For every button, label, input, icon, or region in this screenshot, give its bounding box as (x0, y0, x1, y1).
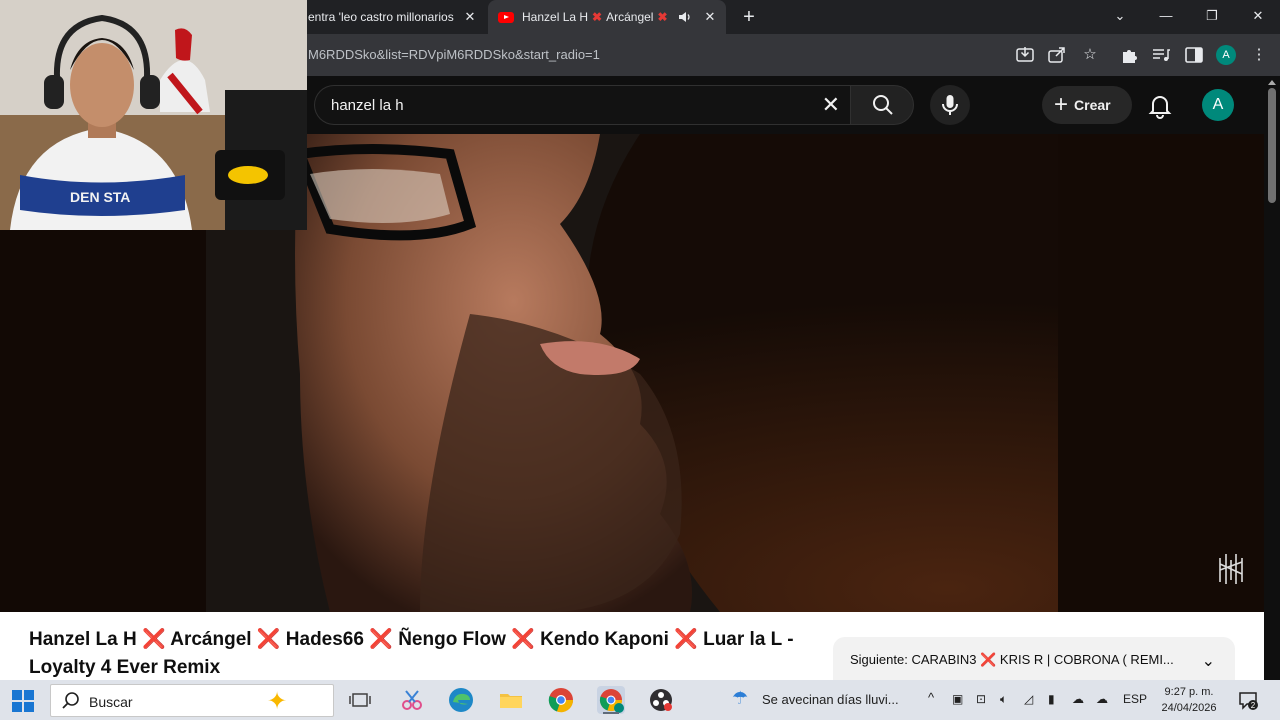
weather-text[interactable]: Se avecinan días lluvi... (762, 692, 899, 707)
volume-icon[interactable]: 🔈︎ (1000, 692, 1007, 707)
search-value: hanzel la h (331, 97, 404, 114)
svg-text:DEN STA: DEN STA (70, 189, 130, 205)
microphone-icon (942, 95, 958, 115)
youtube-account-avatar[interactable]: A (1202, 89, 1234, 121)
screen: entra 'leo castro millonarios ✕ Hanzel L… (0, 0, 1280, 720)
chrome-icon[interactable] (547, 686, 575, 714)
voice-search-button[interactable] (930, 85, 970, 125)
channel-watermark-icon[interactable] (1216, 552, 1246, 586)
chevron-down-icon[interactable]: ⌄ (1202, 651, 1215, 671)
cross-emoji-icon: ❌ (141, 629, 166, 650)
webcam-overlay: DEN STA (0, 0, 307, 230)
cross-emoji-icon: ❌ (369, 629, 393, 650)
up-next-panel[interactable]: Siguiente: CARABIN3 ❌ KRIS R | COBRONA (… (833, 637, 1235, 685)
tab-hanzel-la-h[interactable]: Hanzel La H ✖ Arcángel ✖ ✕ (488, 0, 726, 34)
search-icon (873, 95, 893, 115)
tray-chevron-up-icon[interactable]: ^ (928, 690, 934, 705)
windows-start-icon[interactable] (12, 690, 34, 712)
taskbar-search-placeholder: Buscar (89, 694, 133, 710)
webcam-person-image: DEN STA (0, 0, 307, 230)
up-next-label: Siguiente: CARABIN3 ❌ KRIS R | COBRONA (… (850, 652, 1174, 667)
tab-title: entra 'leo castro millonarios (308, 10, 454, 24)
language-indicator[interactable]: ESP (1123, 692, 1147, 706)
close-window-button[interactable]: ✕ (1244, 4, 1272, 28)
close-tab-icon[interactable]: ✕ (462, 9, 478, 25)
search-highlight-sparkle-icon[interactable]: ✦ (267, 687, 287, 716)
search-button[interactable] (850, 85, 914, 125)
file-explorer-icon[interactable] (497, 686, 525, 714)
weather-rain-icon[interactable]: ☂ (732, 688, 748, 709)
install-app-icon[interactable] (1014, 44, 1036, 66)
side-panel-icon[interactable] (1183, 44, 1205, 66)
restore-button[interactable]: ❐ (1198, 4, 1226, 28)
notification-count: 2 (1251, 701, 1256, 710)
cross-emoji-icon: ✖ (657, 10, 668, 24)
network-icon[interactable]: ◿ (1024, 692, 1033, 706)
browser-profile-avatar[interactable]: A (1216, 45, 1236, 65)
create-button[interactable]: + Crear (1042, 86, 1132, 124)
taskbar-search-input[interactable]: Buscar ✦ (50, 684, 334, 717)
tab-title: Hanzel La H ✖ Arcángel ✖ (522, 10, 668, 24)
search-input[interactable]: hanzel la h ✕ (314, 85, 850, 125)
chrome-profile-icon (599, 689, 624, 713)
scroll-up-arrow-icon[interactable] (1268, 80, 1276, 85)
taskbar-clock[interactable]: 9:27 p. m. 24/04/2026 (1150, 684, 1228, 716)
close-tab-icon[interactable]: ✕ (702, 9, 718, 25)
plus-icon: + (1054, 91, 1069, 118)
create-label: Crear (1074, 97, 1111, 113)
new-tab-button[interactable]: + (738, 6, 760, 28)
tab-leo-castro[interactable]: entra 'leo castro millonarios ✕ (300, 0, 486, 34)
battery-icon[interactable]: ▮ (1048, 692, 1055, 706)
speaker-icon[interactable] (678, 11, 692, 23)
chrome-active-app[interactable] (597, 686, 625, 714)
tab-search-chevron-icon[interactable]: ⌄ (1106, 4, 1134, 28)
snipping-tool-icon[interactable] (398, 686, 426, 714)
minimize-button[interactable]: — (1152, 4, 1180, 28)
chrome-menu-icon[interactable]: ⋮ (1248, 44, 1270, 66)
edge-browser-icon[interactable] (447, 686, 475, 714)
page-scrollbar[interactable] (1264, 76, 1280, 680)
active-indicator (603, 712, 619, 714)
notification-center-icon[interactable]: 2 (1238, 690, 1258, 710)
cross-emoji-icon: ✖ (592, 10, 603, 24)
clock-date: 24/04/2026 (1161, 702, 1217, 714)
notifications-bell-icon[interactable] (1146, 92, 1174, 120)
cross-emoji-icon: ❌ (256, 629, 281, 650)
cross-emoji-icon: ❌ (674, 629, 698, 650)
extensions-puzzle-icon[interactable] (1119, 44, 1141, 66)
offline-cloud-icon[interactable]: ☁ (1096, 692, 1108, 706)
url-text[interactable]: M6RDDSko&list=RDVpiM6RDDSko&start_radio=… (308, 47, 600, 62)
cross-emoji-icon: ❌ (980, 652, 997, 667)
cloud-sync-icon[interactable]: ☁ (1072, 692, 1084, 706)
clock-time: 9:27 p. m. (1164, 686, 1214, 698)
bookmark-star-icon[interactable]: ☆ (1079, 44, 1101, 66)
video-info-area: Hanzel La H ❌ Arcángel ❌ Hades66 ❌ Ñengo… (0, 612, 1264, 685)
clear-search-icon[interactable]: ✕ (822, 92, 840, 118)
share-icon[interactable] (1046, 44, 1068, 66)
obs-recording-icon[interactable] (647, 686, 675, 714)
tray-monitor-icon[interactable]: ⊡ (976, 692, 986, 706)
task-view-icon[interactable] (346, 686, 374, 714)
tray-app-icon[interactable]: ▣ (952, 692, 963, 706)
cross-emoji-icon: ❌ (511, 629, 535, 650)
search-icon (62, 692, 79, 709)
scrollbar-thumb[interactable] (1268, 88, 1276, 203)
youtube-favicon-icon (498, 11, 514, 23)
windows-taskbar: Buscar ✦ ☂ Se avecinan días lluvi... ^ ▣… (0, 680, 1280, 720)
video-title: Hanzel La H ❌ Arcángel ❌ Hades66 ❌ Ñengo… (29, 629, 794, 678)
media-queue-icon[interactable] (1150, 44, 1172, 66)
